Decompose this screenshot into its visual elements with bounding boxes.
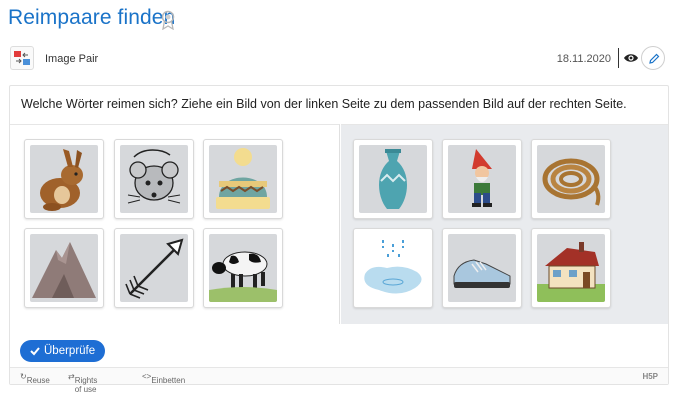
edit-button[interactable]	[641, 46, 665, 70]
left-image-pane	[10, 124, 340, 324]
rights-label: Rights of use	[74, 376, 98, 394]
cow-image	[209, 251, 277, 302]
left-card-arrow[interactable]	[114, 228, 194, 308]
right-card-rope[interactable]	[531, 139, 611, 219]
rights-of-use-link[interactable]: ⇄ Rights of use	[68, 372, 97, 394]
award-icon	[161, 10, 175, 30]
check-button-label: Überprüfe	[44, 345, 96, 357]
right-card-shoe[interactable]	[442, 228, 522, 308]
arrow-image	[125, 238, 184, 299]
right-card-vase[interactable]	[353, 139, 433, 219]
content-type-label: Image Pair	[45, 53, 99, 65]
check-button[interactable]: Überprüfe	[20, 340, 106, 362]
checkmark-icon	[30, 347, 40, 356]
house-image	[537, 242, 605, 302]
publish-date: 18.11.2020	[556, 53, 611, 65]
embed-link[interactable]: <> Einbetten	[142, 372, 185, 385]
hare-image	[40, 149, 83, 211]
h5p-logo[interactable]: H5P	[642, 372, 658, 381]
right-card-house[interactable]	[531, 228, 611, 308]
mouse-image	[127, 149, 181, 204]
left-card-mouse[interactable]	[114, 139, 194, 219]
garden-gnome-image	[472, 149, 492, 207]
image-pair-type-icon	[10, 46, 34, 70]
pencil-icon	[649, 53, 660, 64]
meta-divider	[618, 48, 619, 68]
task-question: Welche Wörter reimen sich? Ziehe ein Bil…	[21, 97, 627, 111]
puddle-image	[364, 240, 422, 294]
right-image-pane	[341, 124, 668, 324]
page-title: Reimpaare finden	[8, 6, 176, 29]
right-card-garden-gnome[interactable]	[442, 139, 522, 219]
shoe-image	[453, 259, 511, 288]
left-card-mountain[interactable]	[24, 228, 104, 308]
vase-image	[379, 149, 407, 209]
left-card-hare[interactable]	[24, 139, 104, 219]
rope-image	[542, 158, 601, 206]
beanie-image	[216, 148, 270, 209]
left-card-beanie[interactable]	[203, 139, 283, 219]
left-card-cow[interactable]	[203, 228, 283, 308]
reuse-label: Reuse	[26, 376, 50, 385]
h5p-footer: ↻ Reuse ⇄ Rights of use <> Einbetten H5P	[10, 367, 668, 394]
content-meta-bar: Image Pair 18.11.2020	[8, 44, 667, 74]
eye-icon[interactable]	[623, 52, 639, 64]
mountain-image	[32, 242, 96, 298]
right-card-puddle[interactable]	[353, 228, 433, 308]
image-pair-task: Welche Wörter reimen sich? Ziehe ein Bil…	[9, 85, 669, 394]
embed-label: Einbetten	[151, 376, 186, 385]
reuse-link[interactable]: ↻ Reuse	[20, 372, 50, 385]
